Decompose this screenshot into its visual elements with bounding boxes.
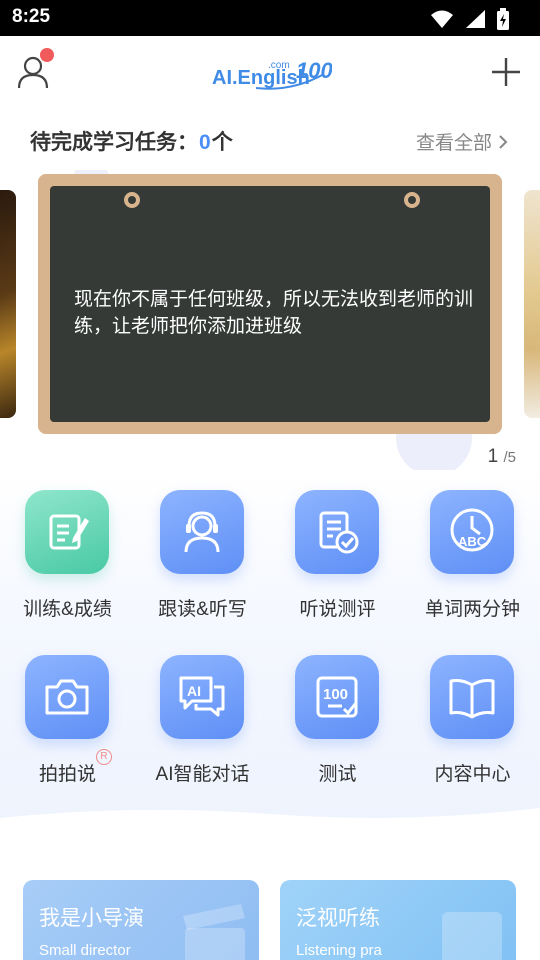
feature-tile	[430, 655, 514, 739]
clock-abc-icon: ABC	[450, 508, 494, 552]
feature-two-minute-words[interactable]: ABC 单词两分钟	[405, 490, 540, 640]
ai-chat-icon: AI	[179, 676, 225, 717]
feature-follow-read-dictation[interactable]: 跟读&听写	[135, 490, 270, 640]
feature-snap-speak[interactable]: 拍拍说 R	[0, 655, 135, 805]
chevron-right-icon	[499, 134, 508, 149]
feature-label: AI智能对话	[155, 764, 250, 785]
board-hanger-ring	[404, 192, 420, 208]
feature-tile	[295, 490, 379, 574]
feature-label: 听说测评	[299, 599, 376, 620]
status-icons	[430, 8, 510, 30]
feature-tile: ABC	[430, 490, 514, 574]
screen-icon	[442, 912, 502, 960]
signal-icon	[466, 10, 485, 28]
blackboard-surface: 现在你不属于任何班级，所以无法收到老师的训练，让老师把你添加进班级	[50, 186, 490, 422]
feature-grid-area: 训练&成绩 跟读&听写 听说测评 ABC 单词两分钟 拍拍说 R AI AI智能…	[0, 470, 540, 840]
card-title: 泛视听练	[296, 907, 380, 930]
feature-tile	[25, 490, 109, 574]
clapperboard-icon	[183, 904, 245, 960]
board-hanger-ring	[124, 192, 140, 208]
card-subtitle: Listening pra	[296, 942, 382, 959]
carousel-prev-slide[interactable]	[0, 190, 16, 418]
card-subtitle: Small director	[39, 942, 131, 959]
feature-content-center[interactable]: 内容中心	[405, 655, 540, 805]
card-title: 我是小导演	[39, 907, 144, 930]
registered-badge: R	[96, 749, 112, 765]
feature-training-scores[interactable]: 训练&成绩	[0, 490, 135, 640]
plus-icon	[492, 58, 520, 86]
feature-tile: AI	[160, 655, 244, 739]
banner-carousel[interactable]: 现在你不属于任何班级，所以无法收到老师的训练，让老师把你添加进班级 1 /5	[0, 170, 540, 470]
pending-tasks-title: 待完成学习任务：0个	[30, 126, 233, 156]
feature-label: 跟读&听写	[158, 599, 247, 620]
view-all-label: 查看全部	[415, 133, 492, 154]
card-listening-practice[interactable]: 泛视听练 Listening pra	[280, 880, 516, 960]
svg-text:AI: AI	[187, 683, 201, 699]
feature-label: 单词两分钟	[424, 599, 520, 620]
feature-label: 拍拍说	[38, 764, 96, 785]
logo-sup: .com	[268, 60, 290, 71]
feature-tile: 100	[295, 655, 379, 739]
pager-total: /5	[503, 449, 516, 466]
book-icon	[449, 679, 495, 719]
card-small-director[interactable]: 我是小导演 Small director	[23, 880, 259, 960]
pending-tasks-count: 0	[199, 131, 211, 154]
blackboard-banner[interactable]: 现在你不属于任何班级，所以无法收到老师的训练，让老师把你添加进班级	[38, 174, 502, 434]
wave-divider	[0, 808, 540, 840]
carousel-next-slide[interactable]	[524, 190, 540, 418]
feature-tile	[160, 490, 244, 574]
feature-label: 训练&成绩	[23, 599, 112, 620]
feature-speaking-assessment[interactable]: 听说测评	[270, 490, 405, 640]
wifi-icon	[431, 10, 453, 28]
test-100-icon: 100	[316, 676, 358, 718]
pager-current: 1	[487, 446, 499, 467]
carousel-pager: 1 /5	[488, 446, 516, 468]
status-bar: 8:25	[0, 0, 540, 36]
pending-tasks-unit: 个	[211, 131, 233, 154]
banner-message: 现在你不属于任何班级，所以无法收到老师的训练，让老师把你添加进班级	[74, 289, 474, 337]
feature-label: 内容中心	[434, 764, 511, 785]
app-logo: AI.English .com 100	[212, 58, 332, 90]
feature-test[interactable]: 100 测试	[270, 655, 405, 805]
edit-icon	[49, 514, 89, 550]
feature-label: 测试	[318, 764, 357, 785]
headset-user-icon	[184, 511, 220, 553]
view-all-link[interactable]: 查看全部	[416, 128, 508, 155]
camera-icon	[45, 679, 89, 715]
status-time: 8:25	[12, 6, 51, 27]
document-check-icon	[319, 511, 359, 554]
feature-ai-dialogue[interactable]: AI AI智能对话	[135, 655, 270, 805]
feature-tile	[25, 655, 109, 739]
svg-text:ABC: ABC	[458, 534, 487, 549]
add-button[interactable]	[490, 56, 522, 88]
app-header: AI.English .com 100	[0, 36, 540, 108]
pending-tasks-label: 待完成学习任务：	[30, 131, 198, 154]
battery-icon	[497, 8, 509, 30]
svg-text:100: 100	[323, 686, 348, 703]
pending-tasks-row: 待完成学习任务：0个 查看全部	[0, 108, 540, 170]
notification-dot	[40, 48, 54, 62]
